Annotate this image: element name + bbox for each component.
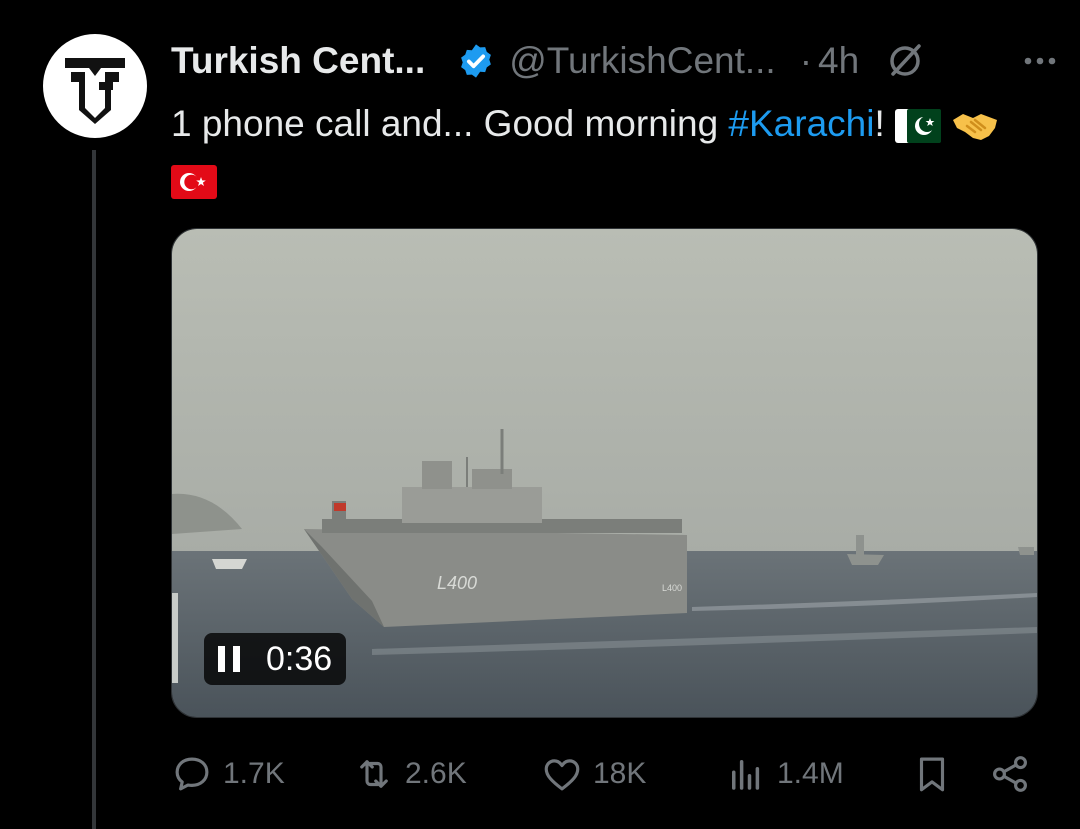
grok-icon[interactable] xyxy=(885,41,925,81)
action-bar: 1.7K 2.6K 18K 1.4M xyxy=(171,744,1040,804)
side-number: L400 xyxy=(662,583,682,593)
pakistan-flag-icon xyxy=(895,109,942,144)
views-button[interactable]: 1.4M xyxy=(725,753,844,795)
views-count: 1.4M xyxy=(777,757,844,790)
reply-count: 1.7K xyxy=(223,757,285,790)
repost-count: 2.6K xyxy=(405,757,467,790)
video-duration: 0:36 xyxy=(266,639,333,678)
heart-icon xyxy=(544,759,580,791)
video-player[interactable]: L400 L400 0:36 xyxy=(171,228,1038,718)
share-icon xyxy=(993,756,1027,792)
avatar[interactable] xyxy=(43,34,147,138)
tc-logo-icon xyxy=(65,58,125,124)
bookmark-button[interactable] xyxy=(911,753,963,795)
tweet-text: 1 phone call and... Good morning #Karach… xyxy=(171,96,1040,208)
verified-badge-icon xyxy=(461,44,492,78)
hull-number: L400 xyxy=(437,573,477,593)
tweet-text-main: 1 phone call and... Good morning xyxy=(171,103,729,144)
like-count: 18K xyxy=(593,757,647,790)
timestamp[interactable]: 4h xyxy=(818,40,859,82)
more-icon[interactable] xyxy=(1020,41,1060,81)
hashtag-link[interactable]: #Karachi xyxy=(728,103,874,144)
like-button[interactable]: 18K xyxy=(541,753,646,795)
turkey-flag-icon xyxy=(171,165,217,200)
video-controls[interactable]: 0:36 xyxy=(204,633,347,685)
bookmark-icon xyxy=(919,757,945,792)
thread-line xyxy=(92,150,96,829)
share-button[interactable] xyxy=(989,753,1041,795)
pause-icon[interactable] xyxy=(218,646,240,672)
tweet-text-end: ! xyxy=(874,103,885,144)
repost-button[interactable]: 2.6K xyxy=(353,753,467,795)
reply-button[interactable]: 1.7K xyxy=(171,753,285,795)
author-name[interactable]: Turkish Cent... xyxy=(171,40,425,82)
author-handle[interactable]: @TurkishCent... xyxy=(509,40,775,82)
repost-icon xyxy=(360,760,388,788)
views-icon xyxy=(732,760,760,790)
tweet-header: Turkish Cent... @TurkishCent... · 4h xyxy=(171,38,1060,84)
handshake-icon xyxy=(953,114,998,141)
time-separator: · xyxy=(799,40,813,81)
reply-icon xyxy=(175,757,209,791)
